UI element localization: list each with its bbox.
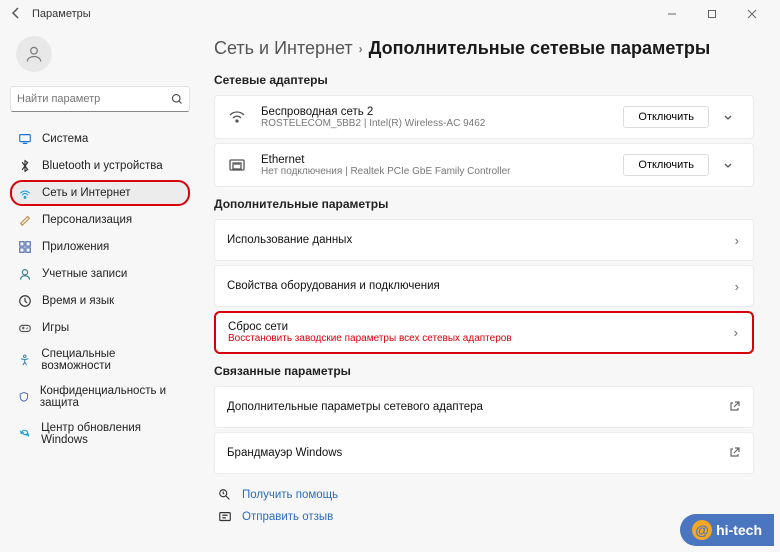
external-link-icon — [729, 400, 741, 415]
minimize-button[interactable] — [652, 0, 692, 28]
related-item[interactable]: Брандмауэр Windows — [214, 432, 754, 474]
item-sub: Восстановить заводские параметры всех се… — [228, 333, 734, 344]
sidebar-item-label: Специальные возможности — [41, 348, 182, 372]
section-advanced-title: Дополнительные параметры — [214, 197, 754, 211]
watermark: @hi-tech — [680, 514, 774, 546]
sidebar-item-label: Bluetooth и устройства — [42, 160, 163, 172]
advanced-item[interactable]: Свойства оборудования и подключения› — [214, 265, 754, 307]
accessibility-icon — [18, 353, 31, 367]
feedback-link[interactable]: Отправить отзыв — [218, 510, 754, 524]
section-related-title: Связанные параметры — [214, 364, 754, 378]
sidebar-item-label: Сеть и Интернет — [42, 187, 131, 199]
adapter-sub: ROSTELECOM_5BB2 | Intel(R) Wireless-AC 9… — [261, 118, 623, 129]
sidebar-item-privacy[interactable]: Конфиденциальность и защита — [10, 379, 190, 415]
accounts-icon — [18, 267, 32, 281]
avatar[interactable] — [16, 36, 52, 72]
sidebar-item-label: Система — [42, 133, 88, 145]
adapter-title: Ethernet — [261, 154, 623, 166]
bluetooth-icon — [18, 159, 32, 173]
chevron-right-icon: › — [735, 233, 741, 248]
system-icon — [18, 132, 32, 146]
adapter-sub: Нет подключения | Realtek PCIe GbE Famil… — [261, 166, 623, 177]
adapter-card[interactable]: EthernetНет подключения | Realtek PCIe G… — [214, 143, 754, 187]
update-icon — [18, 427, 31, 441]
network-icon — [18, 186, 32, 200]
sidebar-item-label: Игры — [42, 322, 69, 334]
get-help-link[interactable]: Получить помощь — [218, 488, 754, 502]
advanced-item[interactable]: Сброс сетиВосстановить заводские парамет… — [214, 311, 754, 354]
adapter-title: Беспроводная сеть 2 — [261, 106, 623, 118]
search-input-wrapper[interactable] — [10, 86, 190, 112]
chevron-right-icon: › — [734, 325, 740, 340]
item-title: Использование данных — [227, 234, 735, 246]
sidebar-item-label: Персонализация — [42, 214, 132, 226]
time-icon — [18, 294, 32, 308]
item-title: Дополнительные параметры сетевого адапте… — [227, 401, 729, 413]
apps-icon — [18, 240, 32, 254]
sidebar-item-personalization[interactable]: Персонализация — [10, 207, 190, 233]
maximize-button[interactable] — [692, 0, 732, 28]
expand-button[interactable] — [715, 104, 741, 130]
sidebar-item-accounts[interactable]: Учетные записи — [10, 261, 190, 287]
chevron-right-icon: › — [735, 279, 741, 294]
sidebar-item-label: Учетные записи — [42, 268, 127, 280]
close-button[interactable] — [732, 0, 772, 28]
search-input[interactable] — [17, 93, 171, 105]
item-title: Свойства оборудования и подключения — [227, 280, 735, 292]
window-title: Параметры — [32, 8, 91, 20]
chevron-right-icon: › — [359, 42, 363, 56]
privacy-icon — [18, 390, 30, 404]
disconnect-button[interactable]: Отключить — [623, 106, 709, 128]
disconnect-button[interactable]: Отключить — [623, 154, 709, 176]
sidebar-item-accessibility[interactable]: Специальные возможности — [10, 342, 190, 378]
expand-button[interactable] — [715, 152, 741, 178]
sidebar-item-bluetooth[interactable]: Bluetooth и устройства — [10, 153, 190, 179]
sidebar-item-system[interactable]: Система — [10, 126, 190, 152]
help-icon — [218, 488, 232, 502]
sidebar-item-apps[interactable]: Приложения — [10, 234, 190, 260]
search-icon — [171, 93, 183, 105]
sidebar-item-gaming[interactable]: Игры — [10, 315, 190, 341]
sidebar-item-label: Время и язык — [42, 295, 114, 307]
advanced-item[interactable]: Использование данных› — [214, 219, 754, 261]
wifi-icon — [227, 107, 247, 127]
item-title: Сброс сети — [228, 321, 734, 333]
breadcrumb-parent[interactable]: Сеть и Интернет — [214, 38, 353, 59]
adapter-card[interactable]: Беспроводная сеть 2ROSTELECOM_5BB2 | Int… — [214, 95, 754, 139]
item-title: Брандмауэр Windows — [227, 447, 729, 459]
ethernet-icon — [227, 155, 247, 175]
sidebar-item-label: Конфиденциальность и защита — [40, 385, 182, 409]
back-button[interactable] — [8, 5, 24, 24]
sidebar-item-label: Приложения — [42, 241, 109, 253]
personalization-icon — [18, 213, 32, 227]
sidebar-item-time[interactable]: Время и язык — [10, 288, 190, 314]
sidebar-item-label: Центр обновления Windows — [41, 422, 182, 446]
section-adapters-title: Сетевые адаптеры — [214, 73, 754, 87]
sidebar-item-network[interactable]: Сеть и Интернет — [10, 180, 190, 206]
gaming-icon — [18, 321, 32, 335]
breadcrumb: Сеть и Интернет › Дополнительные сетевые… — [214, 38, 754, 59]
breadcrumb-current: Дополнительные сетевые параметры — [369, 38, 711, 59]
feedback-icon — [218, 510, 232, 524]
external-link-icon — [729, 446, 741, 461]
related-item[interactable]: Дополнительные параметры сетевого адапте… — [214, 386, 754, 428]
sidebar-item-update[interactable]: Центр обновления Windows — [10, 416, 190, 452]
